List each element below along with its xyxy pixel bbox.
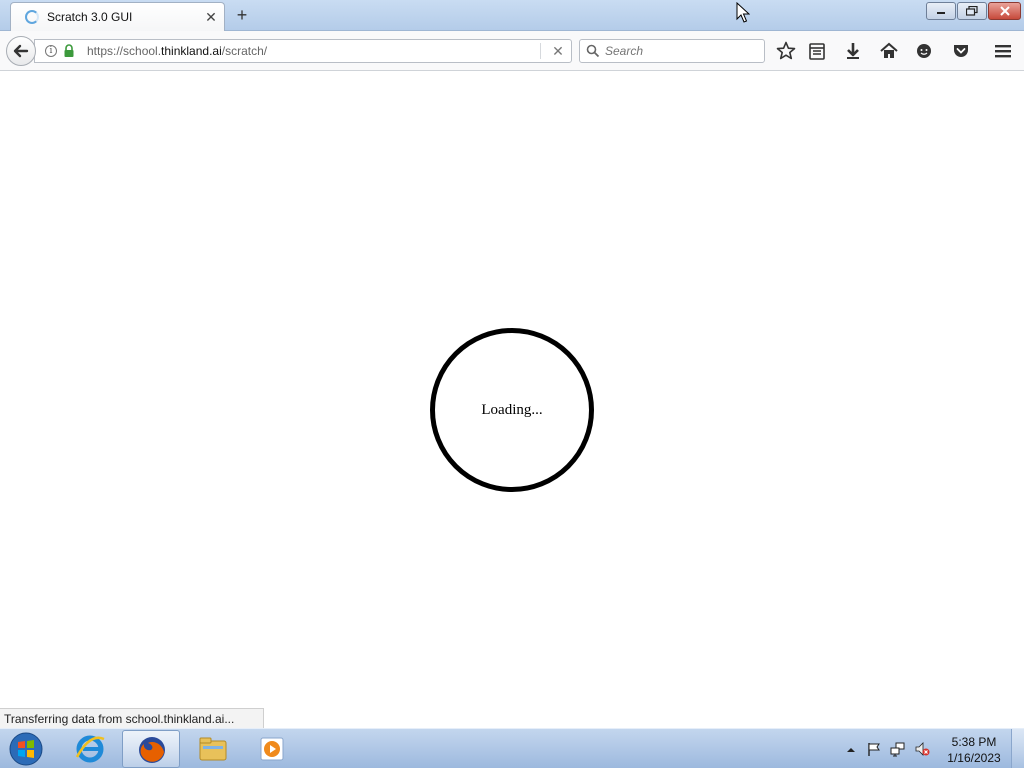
browser-titlebar: Scratch 3.0 GUI ✕ + <box>0 0 1024 32</box>
show-hidden-icons-icon[interactable] <box>843 742 859 758</box>
action-center-flag-icon[interactable] <box>866 741 882 757</box>
start-icon[interactable] <box>6 731 46 767</box>
home-icon[interactable] <box>878 40 900 62</box>
close-icon <box>989 3 1020 19</box>
firefox-icon <box>139 737 165 763</box>
stop-icon[interactable]: ✕ <box>551 42 565 60</box>
back-arrow-icon <box>13 44 29 58</box>
clock-date: 1/16/2023 <box>947 751 1001 765</box>
url-separator <box>540 43 541 59</box>
show-desktop-button[interactable] <box>1011 729 1024 768</box>
taskbar-media-player[interactable] <box>244 730 302 768</box>
desktop: Scratch 3.0 GUI ✕ + i https://school.thi… <box>0 0 1024 768</box>
bookmarks-menu-icon[interactable] <box>806 40 828 62</box>
taskbar-firefox[interactable] <box>122 730 180 768</box>
url-host: thinkland.ai <box>161 44 222 58</box>
page-content: Loading... Transferring data from school… <box>0 71 1024 728</box>
url-bar[interactable]: i https://school.thinkland.ai/scratch/ ✕ <box>34 39 572 63</box>
volume-muted-icon[interactable] <box>914 741 930 757</box>
lock-icon <box>64 44 74 57</box>
status-bar: Transferring data from school.thinkland.… <box>0 708 264 728</box>
mouse-cursor-icon <box>736 2 750 23</box>
internet-explorer-icon <box>75 735 105 763</box>
info-icon[interactable]: i <box>45 45 57 57</box>
taskbar-file-explorer[interactable] <box>184 730 242 768</box>
url-prefix: https://school. <box>87 44 162 58</box>
tab-close-icon[interactable]: ✕ <box>204 9 218 25</box>
clock-time: 5:38 PM <box>951 735 997 749</box>
tab-title: Scratch 3.0 GUI <box>47 10 133 24</box>
url-path: /scratch/ <box>221 44 268 58</box>
navigation-toolbar: i https://school.thinkland.ai/scratch/ ✕ <box>0 31 1024 71</box>
download-icon[interactable] <box>842 40 864 62</box>
loading-circle: Loading... <box>430 328 594 492</box>
restore-icon <box>958 3 986 19</box>
loading-spinner-icon <box>25 10 39 24</box>
hamburger-menu-icon[interactable] <box>992 40 1014 62</box>
minimize-icon <box>927 3 955 19</box>
tab-scratch[interactable]: Scratch 3.0 GUI ✕ <box>10 2 225 32</box>
minimize-button[interactable] <box>926 2 956 20</box>
url-text: https://school.thinkland.ai/scratch/ <box>87 44 267 58</box>
restore-button[interactable] <box>957 2 987 20</box>
loading-text: Loading... <box>481 401 543 418</box>
search-bar[interactable] <box>579 39 765 63</box>
bookmark-star-icon[interactable] <box>775 40 797 62</box>
pocket-icon[interactable] <box>950 40 972 62</box>
media-player-icon <box>260 737 284 761</box>
back-button[interactable] <box>6 36 36 66</box>
network-icon[interactable] <box>890 741 906 757</box>
close-window-button[interactable] <box>988 2 1021 20</box>
taskbar-internet-explorer[interactable] <box>61 730 119 768</box>
hello-chat-icon[interactable] <box>913 40 935 62</box>
system-clock[interactable]: 5:38 PM 1/16/2023 <box>940 734 1008 766</box>
search-icon <box>586 44 600 58</box>
file-explorer-icon <box>199 737 227 761</box>
search-input[interactable] <box>605 43 755 59</box>
new-tab-icon[interactable]: + <box>233 5 251 25</box>
taskbar: 5:38 PM 1/16/2023 <box>0 728 1024 768</box>
